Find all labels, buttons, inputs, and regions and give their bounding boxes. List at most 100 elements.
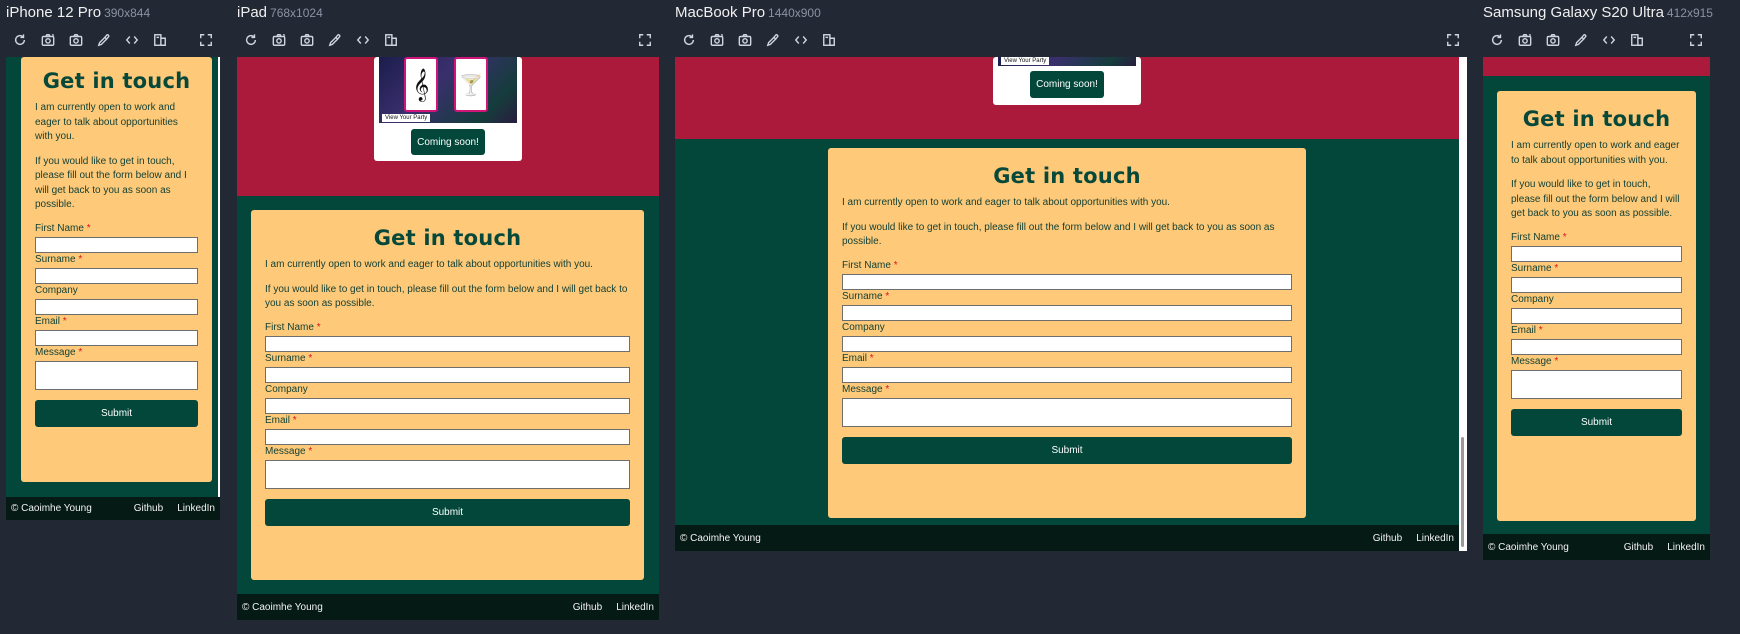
first-name-field[interactable] (35, 236, 198, 253)
coming-soon-button[interactable]: Coming soon! (411, 129, 485, 155)
form-field: Company (842, 322, 1292, 352)
message-field[interactable] (35, 360, 198, 390)
refresh-icon[interactable] (237, 28, 265, 52)
surname-field[interactable] (1511, 276, 1682, 293)
submit-button[interactable]: Submit (35, 399, 198, 427)
device-ipad: iPad 768x1024 𝄞 🍸 View Your Party Coming… (237, 0, 659, 620)
camera-rotate-icon[interactable] (265, 28, 293, 52)
message-field[interactable] (1511, 369, 1682, 399)
github-link[interactable]: Github (134, 503, 163, 514)
form-field: Email * (35, 316, 198, 346)
screenshot-icon[interactable] (62, 28, 90, 52)
coming-soon-button[interactable]: Coming soon! (1030, 71, 1104, 98)
form-field: First Name * (842, 260, 1292, 290)
message-field[interactable] (265, 459, 630, 489)
field-label-text: Surname (35, 253, 76, 265)
required-marker: * (893, 259, 898, 271)
form-field: Email * (842, 353, 1292, 383)
github-link[interactable]: Github (1373, 533, 1402, 544)
linkedin-link[interactable]: LinkedIn (1416, 533, 1454, 544)
required-marker: * (308, 352, 313, 364)
code-icon[interactable] (349, 28, 377, 52)
field-label-text: Company (842, 321, 885, 333)
eyedropper-icon[interactable] (759, 28, 787, 52)
footer-copyright: © Caoimhe Young (11, 503, 92, 514)
device-macbook: MacBook Pro 1440x900 View Your Party Com… (675, 0, 1467, 551)
refresh-icon[interactable] (1483, 28, 1511, 52)
expand-icon[interactable] (1439, 28, 1467, 52)
device-toolbar (1483, 28, 1710, 52)
footer: © Caoimhe Young Github LinkedIn (675, 525, 1459, 551)
device-toolbar (6, 28, 220, 52)
company-field[interactable] (35, 298, 198, 315)
refresh-icon[interactable] (6, 28, 34, 52)
refresh-icon[interactable] (675, 28, 703, 52)
field-label: First Name * (35, 223, 198, 234)
code-icon[interactable] (1595, 28, 1623, 52)
surname-field[interactable] (265, 366, 630, 383)
first-name-field[interactable] (1511, 245, 1682, 262)
submit-button[interactable]: Submit (1511, 408, 1682, 436)
company-field[interactable] (842, 335, 1292, 352)
expand-icon[interactable] (631, 28, 659, 52)
submit-button[interactable]: Submit (265, 498, 630, 526)
email-field[interactable] (35, 329, 198, 346)
linkedin-link[interactable]: LinkedIn (616, 602, 654, 613)
form-field: Surname * (265, 353, 630, 383)
linkedin-link[interactable]: LinkedIn (177, 503, 215, 514)
camera-rotate-icon[interactable] (703, 28, 731, 52)
eyedropper-icon[interactable] (90, 28, 118, 52)
github-link[interactable]: Github (573, 602, 602, 613)
email-field[interactable] (842, 366, 1292, 383)
linkedin-link[interactable]: LinkedIn (1667, 542, 1705, 553)
camera-rotate-icon[interactable] (34, 28, 62, 52)
first-name-field[interactable] (842, 273, 1292, 290)
contact-title: Get in touch (373, 226, 522, 250)
required-marker: * (78, 253, 83, 265)
device-header: iPhone 12 Pro 390x844 (6, 0, 220, 28)
company-field[interactable] (1511, 307, 1682, 324)
field-label: Company (35, 285, 198, 296)
expand-icon[interactable] (192, 28, 220, 52)
surname-field[interactable] (35, 267, 198, 284)
submit-button[interactable]: Submit (842, 436, 1292, 464)
contact-intro: I am currently open to work and eager to… (265, 259, 593, 270)
first-name-field[interactable] (265, 335, 630, 352)
field-label-text: Message (1511, 355, 1552, 367)
layout-icon[interactable] (815, 28, 843, 52)
screenshot-icon[interactable] (1539, 28, 1567, 52)
scrollbar[interactable] (1459, 57, 1467, 551)
code-icon[interactable] (118, 28, 146, 52)
field-label: Surname * (265, 353, 630, 364)
form-field: First Name * (1511, 232, 1682, 262)
email-field[interactable] (265, 428, 630, 445)
expand-icon[interactable] (1682, 28, 1710, 52)
company-field[interactable] (265, 397, 630, 414)
footer-copyright: © Caoimhe Young (242, 601, 323, 613)
form-field: Message * (265, 446, 630, 489)
field-label-text: First Name (265, 321, 314, 333)
eyedropper-icon[interactable] (1567, 28, 1595, 52)
form-field: Message * (35, 347, 198, 390)
field-label: Message * (842, 384, 1292, 395)
surname-field[interactable] (842, 304, 1292, 321)
layout-icon[interactable] (1623, 28, 1651, 52)
layout-icon[interactable] (146, 28, 174, 52)
field-label: Message * (265, 446, 630, 457)
message-field[interactable] (842, 397, 1292, 427)
layout-icon[interactable] (377, 28, 405, 52)
camera-rotate-icon[interactable] (1511, 28, 1539, 52)
form-field: Company (1511, 294, 1682, 324)
screenshot-icon[interactable] (731, 28, 759, 52)
email-field[interactable] (1511, 338, 1682, 355)
scrollbar-thumb[interactable] (1461, 437, 1464, 547)
screenshot-icon[interactable] (293, 28, 321, 52)
field-label-text: Message (265, 445, 306, 457)
github-link[interactable]: Github (1624, 542, 1653, 553)
form-field: Surname * (35, 254, 198, 284)
code-icon[interactable] (787, 28, 815, 52)
eyedropper-icon[interactable] (321, 28, 349, 52)
device-name: iPhone 12 Pro (6, 4, 102, 21)
field-label-text: Email (842, 352, 868, 364)
device-screen: View Your Party Coming soon! Get in touc… (675, 57, 1467, 551)
